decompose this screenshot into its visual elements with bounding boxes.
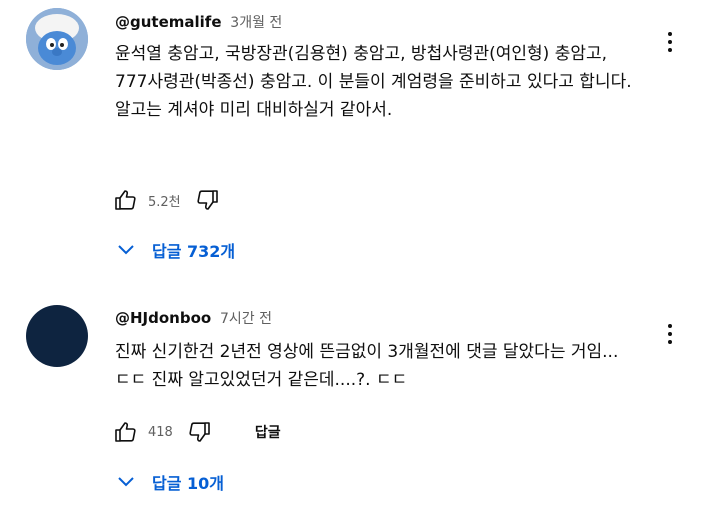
comment-text: 진짜 신기한건 2년전 영상에 뜬금없이 3개월전에 댓글 달았다는 거임...… [115,342,619,390]
thumb-up-icon[interactable] [110,417,140,447]
author-line: @gutemalife 3개월 전 [115,12,282,32]
reply-button[interactable]: 답글 [255,422,281,442]
comment-text: 윤석열 충암고, 국방장관(김용현) 충암고, 방첩사령관(여인형) 충암고, … [115,44,632,120]
comment-actions: 5.2천 [110,184,223,216]
chevron-down-icon [118,245,134,255]
comment-actions: 418 답글 [110,416,281,448]
view-replies-button[interactable]: 답글 10개 [118,465,224,499]
avatar-smurf-image [26,8,88,70]
thumb-up-icon[interactable] [110,185,140,215]
more-vert-icon[interactable] [660,320,680,350]
author-line: @HJdonboo 7시간 전 [115,308,272,328]
thumb-down-icon[interactable] [193,185,223,215]
author-name[interactable]: @gutemalife [115,13,222,31]
view-replies-button[interactable]: 답글 732개 [118,233,235,267]
like-count: 418 [148,424,173,440]
like-count: 5.2천 [148,194,181,210]
author-name[interactable]: @HJdonboo [115,309,211,327]
replies-count-label: 답글 732개 [152,242,236,261]
timestamp[interactable]: 7시간 전 [220,311,272,327]
timestamp[interactable]: 3개월 전 [230,15,282,31]
avatar[interactable] [26,8,88,70]
chevron-down-icon [118,477,134,487]
thumb-down-icon[interactable] [185,417,215,447]
more-vert-icon[interactable] [660,28,680,58]
divider [0,288,710,289]
replies-count-label: 답글 10개 [152,474,224,493]
avatar[interactable] [26,305,88,367]
